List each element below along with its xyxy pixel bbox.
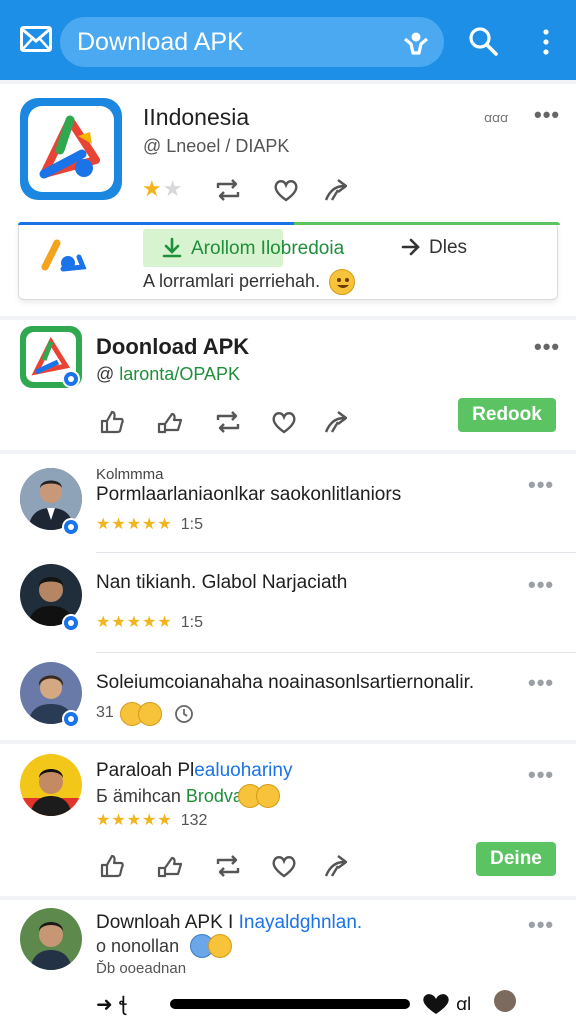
post-card: Paraloah Plealuohariny Б ämihcan Brodvat…: [0, 744, 576, 896]
person-icon[interactable]: [402, 29, 430, 57]
comment-rating: ★★★★★ 1:5: [96, 516, 203, 533]
share-icon[interactable]: [322, 176, 350, 204]
search-bar-label: Download APK: [77, 28, 244, 56]
comment-text: Pormlaarlaniaonlkar saokonlitlaniors: [96, 484, 402, 505]
more-horiz-icon[interactable]: •••: [528, 574, 554, 596]
comment-text: Soleiumcoianahaha noainasonlsartiernonal…: [96, 672, 475, 693]
bottom-right-text: ꭤl: [456, 994, 472, 1014]
search-bar[interactable]: Download APK: [60, 17, 444, 67]
bottom-left-text: ➜ ꞎ: [96, 994, 129, 1016]
bottom-bar: ➜ ꞎ ꭤl: [0, 984, 576, 1024]
post-meta: ꭤꭤꭤ: [484, 110, 508, 125]
reblock-button[interactable]: Redook: [458, 398, 556, 432]
post-card: Doonload APK @ laronta/OPAPK ••• Redook: [0, 320, 576, 450]
more-horiz-icon[interactable]: •••: [528, 914, 554, 936]
more-horiz-icon[interactable]: •••: [528, 672, 554, 694]
download-icon: [162, 237, 182, 258]
thumbs-up-alt-icon[interactable]: [156, 852, 184, 880]
grin-emoji-icon: [138, 702, 162, 726]
share-icon[interactable]: [322, 852, 350, 880]
top-app-bar: Download APK: [0, 0, 576, 80]
apk-logo-icon: [28, 106, 114, 192]
profile-avatar-icon[interactable]: [494, 990, 516, 1012]
thumbs-up-icon[interactable]: [98, 408, 126, 436]
progress-bar-blue: [18, 222, 294, 225]
avatar[interactable]: [20, 754, 82, 816]
more-vert-icon[interactable]: [538, 28, 554, 56]
post-title: Downloah APK I Inayaldghnlan.: [96, 912, 363, 933]
download-chip[interactable]: Arollom Ilobredoia: [143, 229, 344, 267]
comments-section: Kolmmma Pormlaarlaniaonlkar saokonlitlan…: [0, 454, 576, 740]
repost-icon[interactable]: [214, 408, 242, 436]
smile-emoji-icon: [329, 269, 355, 295]
repost-icon[interactable]: [214, 852, 242, 880]
post-subtitle: o nonollan: [96, 936, 180, 956]
like-heart-icon[interactable]: [270, 408, 298, 436]
divider: [96, 552, 576, 553]
star-rating: ★★: [142, 176, 184, 201]
heart-icon[interactable]: [418, 992, 454, 1016]
mail-icon[interactable]: [20, 26, 52, 52]
comment-text: Nan tikianh. Glabol Narjaciath: [96, 572, 348, 593]
divider: [96, 652, 576, 653]
download-chip-label: Arollom Ilobredoia: [191, 238, 345, 259]
grin-emoji-icon: [256, 784, 280, 808]
thumbs-up-alt-icon[interactable]: [156, 408, 184, 436]
forward-arrow-icon: [401, 238, 420, 256]
search-icon[interactable]: [468, 26, 498, 56]
like-heart-icon[interactable]: [270, 852, 298, 880]
emoji-icon: [208, 934, 232, 958]
post-card: Downloah APK I Inayaldghnlan. o nonollan…: [0, 900, 576, 984]
post-title: Doonload APK: [96, 334, 250, 359]
post-title: Paraloah Plealuohariny: [96, 760, 293, 781]
post-rating: ★★★★★ 132: [96, 812, 208, 829]
post-subtitle: Б ämihcan Brodvat: [96, 786, 248, 806]
more-horiz-icon[interactable]: •••: [534, 104, 560, 126]
done-button[interactable]: Deine: [476, 842, 556, 876]
repost-icon[interactable]: [214, 176, 242, 204]
post-meta: Ďb ooeadnan: [96, 960, 187, 977]
brand-logo-icon: [41, 239, 87, 272]
download-banner[interactable]: Arollom Ilobredoia Dles A lorramlari per…: [18, 222, 560, 300]
post-title: IIndonesia: [143, 104, 250, 130]
banner-caption: A lorramlari perriehah.: [143, 271, 321, 291]
app-icon[interactable]: [20, 98, 122, 200]
verified-badge-icon: [62, 710, 80, 728]
progress-bar-green: [294, 222, 560, 225]
share-icon[interactable]: [322, 408, 350, 436]
more-horiz-icon[interactable]: •••: [534, 336, 560, 358]
post-handle: @ Lneoel / DIAPK: [143, 136, 290, 156]
thumbs-up-icon[interactable]: [98, 852, 126, 880]
clock-icon: [175, 705, 193, 723]
avatar[interactable]: [20, 908, 82, 970]
like-heart-icon[interactable]: [272, 176, 300, 204]
comment-header: Kolmmma: [96, 466, 164, 483]
secondary-label: Dles: [429, 237, 468, 258]
verified-badge-icon: [62, 518, 80, 536]
verified-badge-icon: [62, 370, 80, 388]
comment-rating: 31: [96, 704, 114, 721]
post-handle: @ laronta/OPAPK: [96, 364, 241, 384]
home-indicator[interactable]: [170, 999, 410, 1009]
post-card: IIndonesia @ Lneoel / DIAPK ꭤꭤꭤ ••• ★★ A…: [0, 84, 576, 316]
more-horiz-icon[interactable]: •••: [528, 474, 554, 496]
comment-rating: ★★★★★ 1:5: [96, 614, 203, 631]
more-horiz-icon[interactable]: •••: [528, 764, 554, 786]
verified-badge-icon: [62, 614, 80, 632]
